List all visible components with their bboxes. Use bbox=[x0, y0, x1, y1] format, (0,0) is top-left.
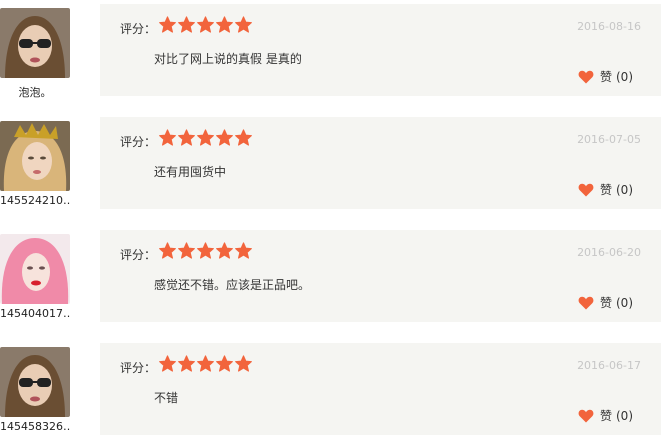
review-text: 感觉还不错。应该是正品吧。 bbox=[154, 278, 311, 292]
star-icon bbox=[216, 16, 233, 33]
star-icon bbox=[159, 129, 176, 146]
score-label: 评分： bbox=[120, 361, 157, 375]
rating-stars bbox=[158, 355, 253, 373]
rating-stars bbox=[158, 129, 253, 147]
like-button[interactable]: 赞 (0) bbox=[578, 181, 633, 198]
score-label: 评分： bbox=[120, 22, 157, 36]
like-label: 赞 bbox=[599, 409, 612, 423]
star-icon bbox=[178, 242, 195, 259]
user-avatar[interactable] bbox=[0, 121, 70, 191]
rating-stars bbox=[158, 242, 253, 260]
review-item: 145458326… 评分： 2016-06-17 不错 赞 (0) bbox=[0, 343, 661, 435]
rating-stars bbox=[158, 16, 253, 34]
like-button[interactable]: 赞 (0) bbox=[578, 407, 633, 424]
star-icon bbox=[235, 242, 252, 259]
star-icon bbox=[197, 355, 214, 372]
username: 泡泡。 bbox=[18, 86, 52, 99]
review-date: 2016-06-17 bbox=[577, 359, 641, 372]
star-icon bbox=[178, 16, 195, 33]
heart-icon bbox=[578, 70, 594, 83]
star-icon bbox=[235, 355, 252, 372]
star-icon bbox=[216, 242, 233, 259]
review-item: 泡泡。 评分： 2016-08-16 对比了网上说的真假 是真的 赞 (0) bbox=[0, 4, 661, 99]
username: 145524210… bbox=[0, 194, 70, 207]
like-button[interactable]: 赞 (0) bbox=[578, 68, 633, 85]
review-date: 2016-08-16 bbox=[577, 20, 641, 33]
heart-icon bbox=[578, 296, 594, 309]
user-avatar[interactable] bbox=[0, 8, 70, 78]
user-avatar[interactable] bbox=[0, 347, 70, 417]
review-card: 评分： 2016-08-16 对比了网上说的真假 是真的 赞 (0) bbox=[100, 4, 661, 96]
star-icon bbox=[178, 129, 195, 146]
review-text: 对比了网上说的真假 是真的 bbox=[154, 52, 302, 66]
star-icon bbox=[159, 16, 176, 33]
star-icon bbox=[197, 129, 214, 146]
username: 145404017… bbox=[0, 307, 70, 320]
star-icon bbox=[197, 16, 214, 33]
like-count: (0) bbox=[616, 182, 633, 197]
username: 145458326… bbox=[0, 420, 70, 433]
review-item: 145524210… 评分： 2016-07-05 还有用囤货中 赞 (0) bbox=[0, 117, 661, 209]
star-icon bbox=[216, 129, 233, 146]
review-text: 不错 bbox=[154, 391, 179, 405]
star-icon bbox=[197, 242, 214, 259]
like-label: 赞 bbox=[599, 70, 612, 84]
review-date: 2016-07-05 bbox=[577, 133, 641, 146]
star-icon bbox=[216, 355, 233, 372]
like-count: (0) bbox=[616, 295, 633, 310]
user-avatar[interactable] bbox=[0, 234, 70, 304]
like-label: 赞 bbox=[599, 296, 612, 310]
star-icon bbox=[159, 355, 176, 372]
like-count: (0) bbox=[616, 69, 633, 84]
review-card: 评分： 2016-07-05 还有用囤货中 赞 (0) bbox=[100, 117, 661, 209]
review-item: 145404017… 评分： 2016-06-20 感觉还不错。应该是正品吧。 … bbox=[0, 230, 661, 322]
star-icon bbox=[159, 242, 176, 259]
star-icon bbox=[235, 16, 252, 33]
score-label: 评分： bbox=[120, 248, 157, 262]
review-card: 评分： 2016-06-20 感觉还不错。应该是正品吧。 赞 (0) bbox=[100, 230, 661, 322]
score-label: 评分： bbox=[120, 135, 157, 149]
heart-icon bbox=[578, 183, 594, 196]
review-date: 2016-06-20 bbox=[577, 246, 641, 259]
like-label: 赞 bbox=[599, 183, 612, 197]
like-button[interactable]: 赞 (0) bbox=[578, 294, 633, 311]
heart-icon bbox=[578, 409, 594, 422]
star-icon bbox=[235, 129, 252, 146]
review-card: 评分： 2016-06-17 不错 赞 (0) bbox=[100, 343, 661, 435]
review-text: 还有用囤货中 bbox=[154, 165, 227, 179]
star-icon bbox=[178, 355, 195, 372]
like-count: (0) bbox=[616, 408, 633, 423]
